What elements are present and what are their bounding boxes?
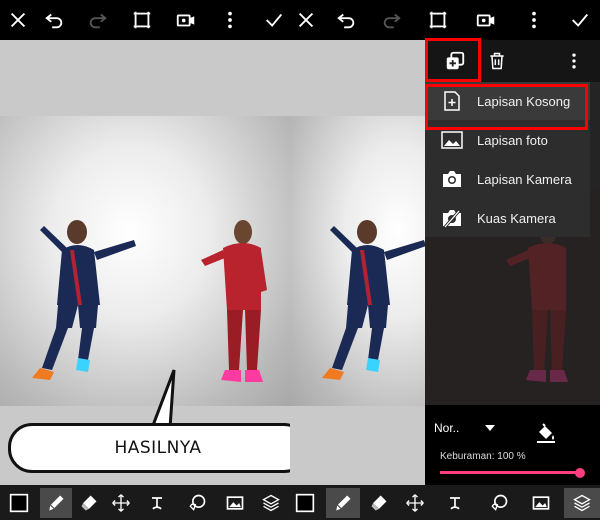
crop-icon[interactable] [424,6,452,34]
player-blue-right [322,220,426,380]
callout-pointer [150,369,176,428]
color-swatch-icon[interactable] [290,488,320,518]
sticker-icon[interactable] [182,488,212,518]
opacity-slider-thumb[interactable] [575,468,585,478]
opacity-slider-track [440,471,580,474]
blend-mode-value: Nor.. [434,421,460,435]
brush-icon[interactable] [326,488,360,518]
undo-icon[interactable] [40,6,68,34]
right-bottom-toolbar [288,485,600,520]
highlight-blank-layer [425,84,588,130]
crop-icon[interactable] [128,6,156,34]
add-photo-icon[interactable] [220,488,250,518]
dropdown-arrow-icon [485,425,496,431]
move-icon[interactable] [400,488,430,518]
menu-item-label: Kuas Kamera [477,210,556,226]
brush-icon[interactable] [40,488,72,518]
more-vert-icon [572,53,576,69]
player-red-layer-preview [506,220,568,382]
menu-item-camera-layer[interactable]: Lapisan Kamera [425,160,590,198]
text-icon[interactable] [440,488,470,518]
sticker-icon[interactable] [484,488,514,518]
eraser-icon[interactable] [74,488,104,518]
layer-more-button[interactable] [560,46,588,76]
camera-icon [437,170,467,188]
fill-bucket-button[interactable] [534,420,558,444]
more-vert-icon[interactable] [520,6,548,34]
paint-bucket-icon [537,423,555,443]
photo-layer-icon [437,131,467,149]
callout-text: HASILNYA [114,438,202,458]
layers-icon[interactable] [256,488,286,518]
more-vert-icon[interactable] [216,6,244,34]
delete-layer-button[interactable] [482,46,512,76]
color-swatch-icon[interactable] [4,488,34,518]
redo-icon[interactable] [84,6,112,34]
redo-icon[interactable] [378,6,406,34]
undo-icon[interactable] [332,6,360,34]
left-top-toolbar [0,0,296,40]
eraser-icon[interactable] [364,488,394,518]
move-icon[interactable] [106,488,136,518]
apply-check-icon[interactable] [260,6,288,34]
result-callout: HASILNYA [8,423,308,473]
menu-item-camera-brush[interactable]: Kuas Kamera [425,199,590,237]
opacity-label: Keburaman: 100 % [440,451,526,462]
player-blue-left [32,220,136,380]
apply-check-icon[interactable] [566,6,594,34]
player-red-left [201,220,267,382]
menu-item-label: Lapisan foto [477,132,548,148]
camera-brush-icon [437,208,467,228]
video-record-icon[interactable] [472,6,500,34]
opacity-slider[interactable] [440,468,585,478]
layers-icon[interactable] [564,488,600,518]
trash-icon [490,52,504,70]
close-icon[interactable] [4,6,32,34]
left-bottom-toolbar [0,485,288,520]
blend-mode-select[interactable]: Nor.. [434,418,504,438]
menu-item-label: Lapisan Kamera [477,171,572,187]
video-record-icon[interactable] [172,6,200,34]
close-icon[interactable] [292,6,320,34]
text-icon[interactable] [142,488,172,518]
highlight-add-layer [425,38,481,82]
right-top-toolbar [290,0,600,40]
add-photo-icon[interactable] [526,488,556,518]
